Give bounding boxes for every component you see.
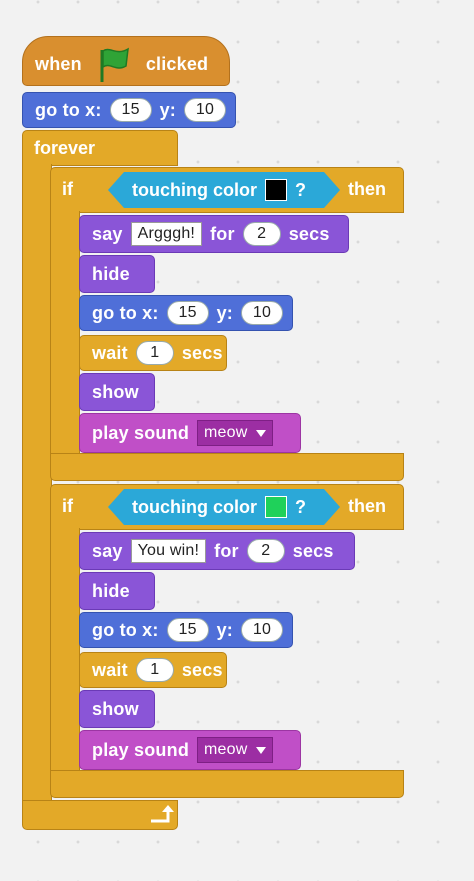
goto-y-input[interactable]: 10 — [241, 301, 283, 325]
wait-label: wait — [92, 659, 128, 680]
forever-left-arm — [22, 164, 52, 804]
sound-dropdown-value: meow — [204, 741, 248, 758]
dropdown-arrow-icon — [255, 746, 266, 754]
sound-dropdown[interactable]: meow — [197, 420, 273, 446]
hide-label: hide — [92, 580, 130, 601]
touching-color-label: touching color — [132, 179, 257, 200]
if2-bottom — [50, 770, 404, 798]
question-label: ? — [295, 179, 306, 200]
wait-secs-input[interactable]: 1 — [135, 341, 174, 365]
goto-y-input[interactable]: 10 — [241, 618, 283, 642]
if1-bottom — [50, 453, 404, 481]
loop-arrow-icon — [151, 805, 174, 823]
hat-when-label: when — [35, 53, 82, 74]
if2-left-arm — [50, 528, 80, 773]
say-text-input[interactable]: Argggh! — [130, 222, 203, 246]
forever-label: forever — [34, 138, 96, 158]
say-secs-label: secs — [292, 540, 334, 561]
sound-dropdown[interactable]: meow — [197, 737, 273, 763]
play-sound-block[interactable]: play sound meow — [79, 730, 301, 770]
say-text-input[interactable]: You win! — [130, 539, 207, 563]
hat-clicked-label: clicked — [145, 53, 209, 74]
play-sound-label: play sound — [92, 739, 190, 760]
color-swatch-black[interactable] — [265, 179, 287, 201]
hide-block[interactable]: hide — [79, 572, 155, 610]
goto-xy-block[interactable]: go to x: 15 y: 10 — [22, 92, 236, 128]
touching-color-label: touching color — [132, 496, 257, 517]
goto-y-label: y: — [216, 302, 233, 323]
goto-y-label: y: — [216, 619, 233, 640]
say-secs-label: secs — [288, 223, 330, 244]
question-label: ? — [295, 496, 306, 517]
sound-dropdown-value: meow — [204, 424, 248, 441]
wait-secs-block[interactable]: wait 1 secs — [79, 652, 227, 688]
goto-label: go to x: — [35, 99, 102, 120]
play-sound-label: play sound — [92, 422, 190, 443]
if1-then-label: then — [348, 179, 386, 199]
if1-label: if — [62, 179, 73, 199]
goto-x-input[interactable]: 15 — [109, 98, 152, 122]
say-for-label: for — [210, 223, 235, 244]
show-block[interactable]: show — [79, 690, 155, 728]
wait-secs-block[interactable]: wait 1 secs — [79, 335, 227, 371]
if2-label: if — [62, 496, 73, 516]
goto-x-input[interactable]: 15 — [166, 301, 209, 325]
touching-color-sensor-2[interactable]: touching color ? — [108, 489, 340, 525]
wait-secs-label: secs — [181, 342, 223, 363]
say-secs-input[interactable]: 2 — [246, 539, 285, 563]
if1-left-arm — [50, 211, 80, 456]
show-label: show — [92, 381, 139, 402]
hide-block[interactable]: hide — [79, 255, 155, 293]
goto-label: go to x: — [92, 619, 159, 640]
play-sound-block[interactable]: play sound meow — [79, 413, 301, 453]
say-for-label: for — [214, 540, 239, 561]
say-secs-input[interactable]: 2 — [242, 222, 281, 246]
say-for-secs-block[interactable]: say You win! for 2 secs — [79, 532, 355, 570]
wait-secs-input[interactable]: 1 — [135, 658, 174, 682]
show-block[interactable]: show — [79, 373, 155, 411]
hide-label: hide — [92, 263, 130, 284]
goto-xy-block[interactable]: go to x: 15 y: 10 — [79, 612, 293, 648]
show-label: show — [92, 698, 139, 719]
if2-then-label: then — [348, 496, 386, 516]
goto-xy-block[interactable]: go to x: 15 y: 10 — [79, 295, 293, 331]
say-for-secs-block[interactable]: say Argggh! for 2 secs — [79, 215, 349, 253]
goto-x-input[interactable]: 15 — [166, 618, 209, 642]
color-swatch-green[interactable] — [265, 496, 287, 518]
wait-secs-label: secs — [181, 659, 223, 680]
say-label: say — [92, 540, 123, 561]
touching-color-sensor-1[interactable]: touching color ? — [108, 172, 340, 208]
dropdown-arrow-icon — [255, 429, 266, 437]
goto-y-label: y: — [159, 99, 176, 120]
when-flag-clicked-block[interactable]: when clicked — [22, 36, 230, 86]
wait-label: wait — [92, 342, 128, 363]
say-label: say — [92, 223, 123, 244]
green-flag-icon — [100, 47, 129, 82]
goto-label: go to x: — [92, 302, 159, 323]
goto-y-input[interactable]: 10 — [184, 98, 226, 122]
